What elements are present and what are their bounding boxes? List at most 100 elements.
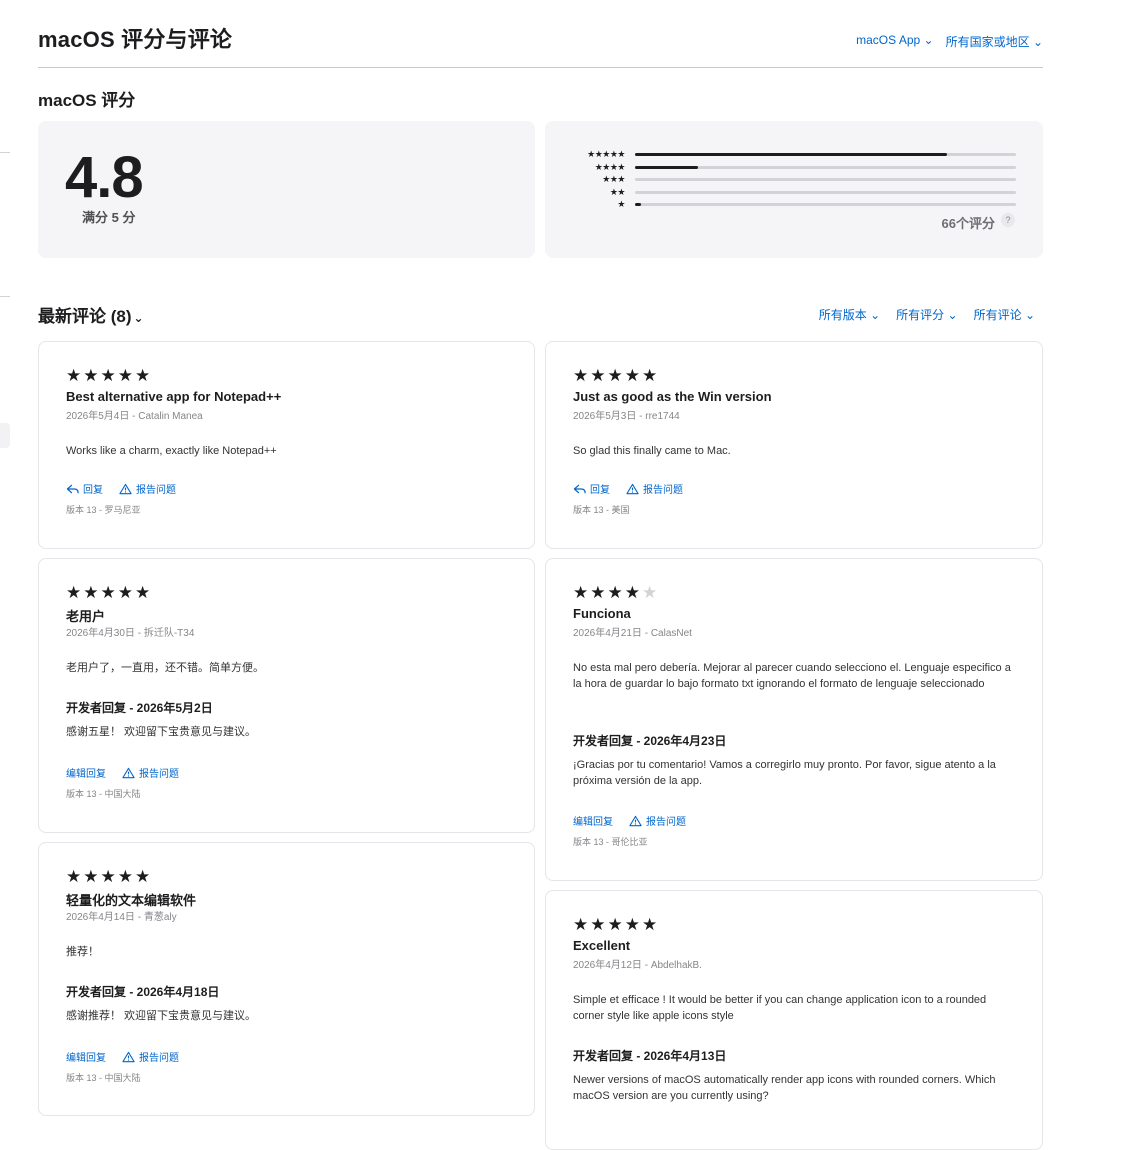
warning-icon (626, 483, 639, 494)
warning-icon (119, 483, 132, 494)
edit-reply-button[interactable]: 编辑回复 (573, 813, 613, 828)
report-problem-button[interactable]: 报告问题 (629, 813, 686, 828)
chevron-down-icon: ⌄ (923, 33, 934, 47)
chevron-down-icon: ⌄ (870, 308, 881, 322)
rating-bar-row: ★★ (545, 186, 1043, 198)
developer-reply-body: Newer versions of macOS automatically re… (573, 1074, 996, 1102)
review-body: So glad this finally came to Mac. (573, 445, 731, 457)
star-rating: ★★★★★ (573, 915, 660, 934)
review-body: No esta mal pero debería. Mejorar al par… (573, 662, 1011, 690)
rating-bar-row: ★★★ (545, 173, 1043, 185)
review-title: Best alternative app for Notepad++ (66, 389, 282, 404)
star-rating: ★★★★★ (573, 366, 660, 385)
version-filter[interactable]: 所有版本 ⌄ (819, 306, 880, 323)
developer-reply-header: 开发者回复 - 2026年5月2日 (66, 701, 213, 715)
review-actions: 编辑回复 报告问题 (573, 813, 686, 828)
star-rating: ★★★★★ (66, 366, 153, 385)
review-body: 老用户了，一直用，还不错。简单方便。 (66, 662, 264, 674)
star-rating: ★★★★★ (573, 583, 660, 602)
rating-summary-card: 4.8 满分 5 分 (38, 121, 535, 258)
score-scale: 满分 5 分 (82, 210, 136, 225)
review-version: 版本 13 - 中国大陆 (66, 1073, 141, 1083)
chevron-down-icon: ⌄ (947, 308, 958, 322)
edit-reply-button[interactable]: 编辑回复 (66, 765, 106, 780)
developer-reply-header: 开发者回复 - 2026年4月13日 (573, 1049, 727, 1063)
review-body: 推荐！ (66, 946, 99, 958)
rating-bar-fill (635, 153, 948, 156)
edit-reply-button[interactable]: 编辑回复 (66, 1049, 106, 1064)
star-level-label: ★★★ (602, 174, 625, 184)
star-level-label: ★★ (609, 186, 626, 197)
review-card: ★★★★★ Best alternative app for Notepad++ 2… (38, 341, 535, 549)
edge-divider (0, 152, 10, 153)
review-title: 轻量化的文本编辑软件 (66, 893, 197, 908)
review-actions: 编辑回复 报告问题 (66, 765, 179, 780)
rating-bar-track (635, 178, 1016, 181)
average-score: 4.8 (65, 145, 144, 210)
review-meta: 2026年5月3日 - rre1744 (573, 411, 680, 422)
header-divider (38, 67, 1043, 68)
edge-divider (0, 296, 10, 297)
review-card: ★★★★★ Just as good as the Win version 2026… (545, 341, 1043, 549)
star-level-label: ★ (617, 199, 625, 209)
review-meta: 2026年4月14日 - 青葱aly (66, 912, 177, 923)
reply-icon (66, 484, 79, 493)
review-title: Just as good as the Win version (573, 389, 772, 404)
developer-reply-body: 感谢五星！ 欢迎留下宝贵意见与建议。 (66, 726, 257, 738)
review-version: 版本 13 - 罗马尼亚 (66, 505, 141, 515)
reviews-sort-menu[interactable]: 最新评论 (8) ⌄ (38, 302, 144, 327)
country-filter[interactable]: 所有国家或地区 ⌄ (946, 33, 1043, 50)
platform-filter[interactable]: macOS App ⌄ (856, 33, 933, 50)
review-card: ★★★★★ Funciona 2026年4月21日 - CalasNet No est… (545, 558, 1043, 881)
rating-bar-row: ★★★★★ (545, 148, 1043, 160)
reply-button[interactable]: 回复 (573, 481, 610, 496)
review-meta: 2026年4月21日 - CalasNet (573, 628, 692, 639)
ratings-section-title: macOS 评分 (38, 91, 136, 110)
chevron-down-icon: ⌄ (1024, 308, 1035, 322)
developer-reply-header: 开发者回复 - 2026年4月23日 (573, 734, 727, 748)
top-filters: macOS App ⌄ 所有国家或地区 ⌄ (856, 33, 1043, 50)
warning-icon (122, 1051, 135, 1062)
review-card: ★★★★★ 老用户 2026年4月30日 - 拆迁队-T34 老用户了，一直用，还不错… (38, 558, 535, 833)
rating-bar-row: ★★★★ (545, 161, 1043, 173)
rating-bar-fill (635, 203, 641, 206)
rating-count: 66个评分 (941, 216, 995, 231)
report-problem-button[interactable]: 报告问题 (119, 481, 176, 496)
review-body: Simple et efficace ! It would be better … (573, 994, 987, 1022)
edge-tab (0, 423, 10, 448)
review-body: Works like a charm, exactly like Notepad… (66, 445, 277, 457)
review-actions: 编辑回复 报告问题 (66, 1049, 179, 1064)
report-problem-button[interactable]: 报告问题 (122, 765, 179, 780)
reply-button[interactable]: 回复 (66, 481, 103, 496)
star-rating: ★★★★★ (66, 867, 153, 886)
review-title: Excellent (573, 938, 631, 953)
review-type-filter[interactable]: 所有评论 ⌄ (974, 306, 1035, 323)
review-card: ★★★★★ Excellent 2026年4月12日 - AbdelhakB. Sim… (545, 890, 1043, 1150)
star-level-label: ★★★★★ (587, 149, 625, 159)
chevron-down-icon: ⌄ (133, 311, 144, 325)
rating-filter[interactable]: 所有评分 ⌄ (896, 306, 957, 323)
star-rating: ★★★★★ (66, 583, 153, 602)
review-meta: 2026年4月30日 - 拆迁队-T34 (66, 628, 195, 639)
chevron-down-icon: ⌄ (1032, 35, 1043, 49)
page-title: macOS 评分与评论 (38, 27, 233, 52)
review-actions: 回复 报告问题 (573, 481, 683, 496)
review-version: 版本 13 - 美国 (573, 505, 630, 515)
review-actions: 回复 报告问题 (66, 481, 176, 496)
developer-reply-header: 开发者回复 - 2026年4月18日 (66, 985, 220, 999)
review-title: Funciona (573, 606, 631, 621)
developer-reply-body: ¡Gracias por tu comentario! Vamos a corr… (573, 759, 996, 787)
review-card: ★★★★★ 轻量化的文本编辑软件 2026年4月14日 - 青葱aly 推荐！ 开发者回… (38, 842, 535, 1116)
rating-bar-track (635, 153, 1016, 156)
review-filters: 所有版本 ⌄ 所有评分 ⌄ 所有评论 ⌄ (819, 306, 1035, 323)
review-title: 老用户 (66, 609, 106, 624)
reply-icon (573, 484, 586, 493)
report-problem-button[interactable]: 报告问题 (122, 1049, 179, 1064)
help-icon[interactable]: ? (1001, 213, 1015, 227)
review-version: 版本 13 - 哥伦比亚 (573, 837, 648, 847)
report-problem-button[interactable]: 报告问题 (626, 481, 683, 496)
developer-reply-body: 感谢推荐！ 欢迎留下宝贵意见与建议。 (66, 1010, 257, 1022)
rating-bar-fill (635, 165, 698, 169)
review-meta: 2026年4月12日 - AbdelhakB. (573, 960, 702, 971)
rating-bar-track (635, 165, 1016, 169)
